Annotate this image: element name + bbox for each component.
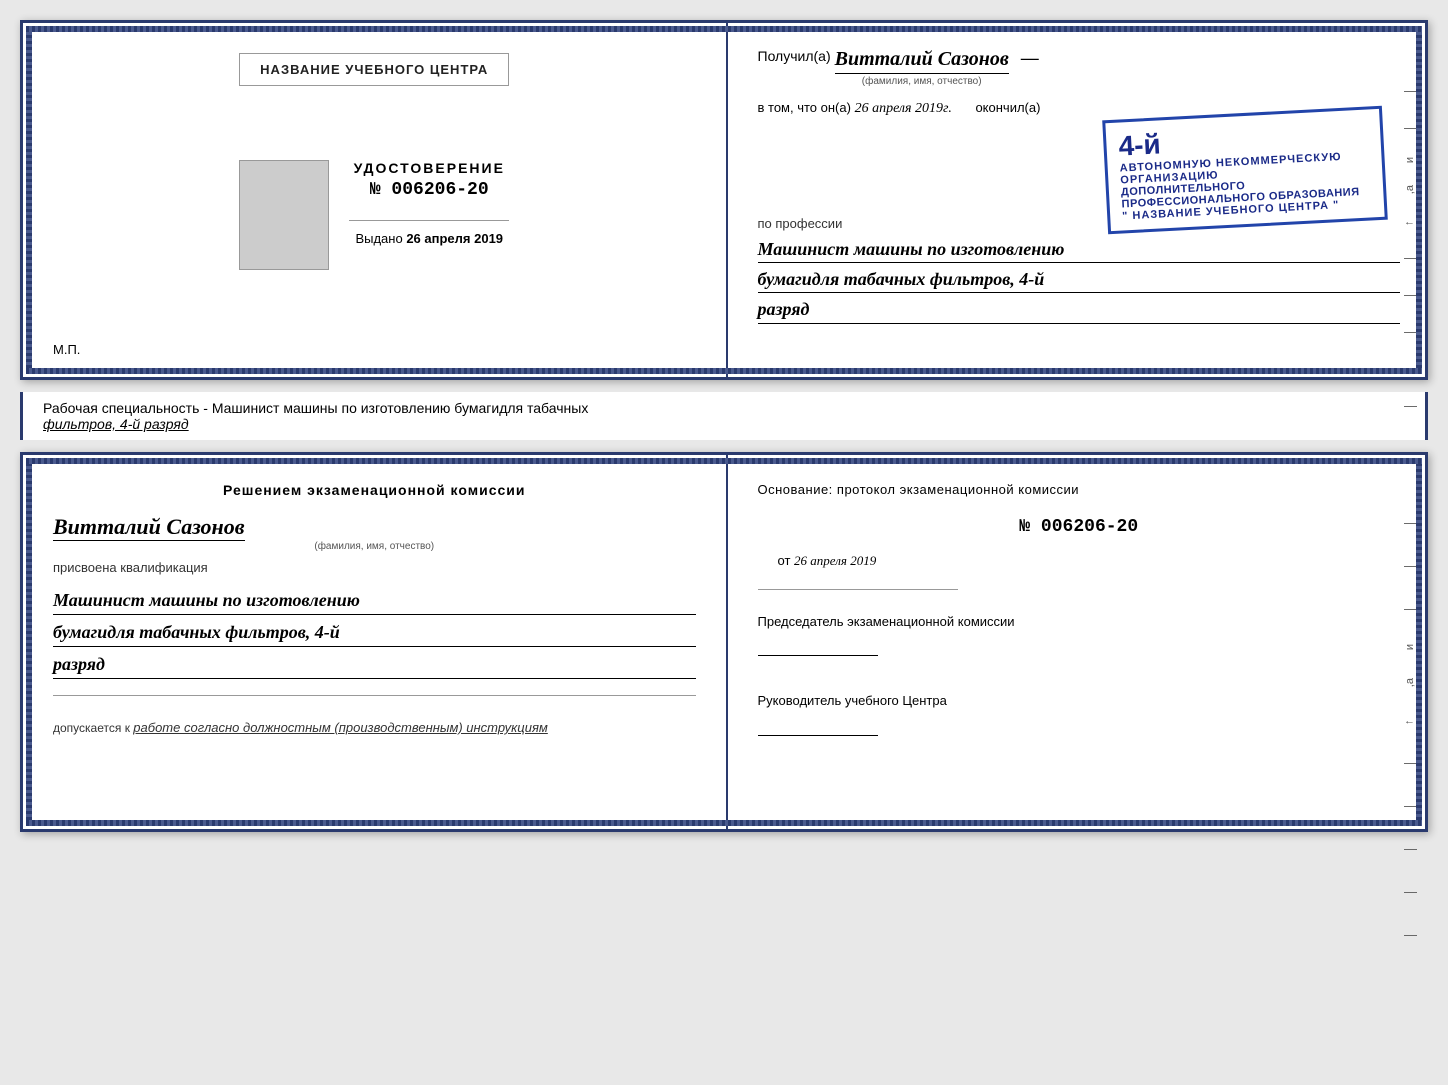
profession-label: по профессии: [758, 216, 843, 231]
bdash3: —: [1404, 601, 1417, 616]
dash7: —: [1404, 287, 1417, 302]
qual-text2: бумагидля табачных фильтров, 4-й: [53, 619, 696, 647]
date-line: в том, что он(а) 26 апреля 2019г. окончи…: [758, 100, 1401, 117]
date-value: 26 апреля 2019г.: [855, 101, 952, 116]
right-dashes-bottom: — — — и ,а ← — — — — —: [1404, 515, 1417, 942]
recipient-line: Получил(а) Витталий Сазонов (фамилия, им…: [758, 48, 1401, 87]
date-prefix: в том, что он(а): [758, 100, 851, 115]
middle-text2: фильтров, 4-й разряд: [43, 416, 189, 432]
stamp-line3: " НАЗВАНИЕ УЧЕБНОГО ЦЕНТРА ": [1122, 197, 1372, 222]
profession-section: по профессии Машинист машины по изготовл…: [758, 215, 1401, 324]
profession-text2: бумагидля табачных фильтров, 4-й: [758, 267, 1401, 293]
dash9: —: [1404, 361, 1417, 376]
issued-date: 26 апреля 2019: [406, 231, 503, 246]
mp-label: М.П.: [53, 342, 80, 357]
stamp-line1: АВТОНОМНУЮ НЕКОММЕРЧЕСКУЮ ОРГАНИЗАЦИЮ: [1119, 149, 1370, 186]
bottom-left: Решением экзаменационной комиссии Виттал…: [23, 455, 728, 829]
bdash5: ,а: [1404, 678, 1417, 687]
cert-title-label: НАЗВАНИЕ УЧЕБНОГО ЦЕНТРА: [260, 62, 488, 77]
dash8: —: [1404, 324, 1417, 339]
left-page: НАЗВАНИЕ УЧЕБНОГО ЦЕНТРА УДОСТОВЕРЕНИЕ №…: [23, 23, 728, 377]
dash10: —: [1404, 398, 1417, 413]
chairman-section: Председатель экзаменационной комиссии: [758, 612, 1401, 662]
qual-text3: разряд: [53, 651, 696, 679]
bdash7: —: [1404, 755, 1417, 770]
dash4: ,а: [1404, 185, 1417, 194]
recipient-caption: (фамилия, имя, отчество): [835, 76, 1009, 87]
dash6: —: [1404, 250, 1417, 265]
commission-heading: Решением экзаменационной комиссии: [53, 480, 696, 501]
middle-text1: Рабочая специальность - Машинист машины …: [43, 400, 588, 416]
bottom-person-section: Витталий Сазонов (фамилия, имя, отчество…: [53, 509, 696, 552]
director-section: Руководитель учебного Центра: [758, 691, 1401, 741]
middle-strip: Рабочая специальность - Машинист машины …: [20, 392, 1428, 440]
director-label: Руководитель учебного Центра: [758, 691, 1401, 711]
cert-doc-info: УДОСТОВЕРЕНИЕ № 006206-20 Выдано 26 апре…: [349, 160, 509, 246]
bottom-person-name: Витталий Сазонов: [53, 514, 245, 541]
cert-title-box: НАЗВАНИЕ УЧЕБНОГО ЦЕНТРА: [239, 53, 509, 86]
doc-number: № 006206-20: [349, 180, 509, 200]
issued-label: Выдано: [355, 231, 402, 246]
profession-text1: Машинист машины по изготовлению: [758, 237, 1401, 263]
recipient-name: Витталий Сазонов: [835, 48, 1009, 74]
stamp-line2: ДОПОЛНИТЕЛЬНОГО ПРОФЕССИОНАЛЬНОГО ОБРАЗО…: [1121, 173, 1372, 210]
dash2: —: [1404, 120, 1417, 135]
chairman-label: Председатель экзаменационной комиссии: [758, 612, 1401, 632]
right-page: Получил(а) Витталий Сазонов (фамилия, им…: [728, 23, 1426, 377]
admission-text: допускается к работе согласно должностны…: [53, 718, 696, 738]
stamp-box: 4-й АВТОНОМНУЮ НЕКОММЕРЧЕСКУЮ ОРГАНИЗАЦИ…: [1102, 106, 1388, 234]
finished-label: окончил(а): [975, 100, 1040, 115]
recipient-prefix: Получил(а): [758, 48, 831, 64]
bdash11: —: [1404, 927, 1417, 942]
bdash8: —: [1404, 798, 1417, 813]
dash5: ←: [1404, 216, 1417, 228]
bdash9: —: [1404, 841, 1417, 856]
qualification-section: Машинист машины по изготовлению бумагидл…: [53, 583, 696, 679]
bdash6: ←: [1404, 715, 1417, 727]
top-booklet: НАЗВАНИЕ УЧЕБНОГО ЦЕНТРА УДОСТОВЕРЕНИЕ №…: [20, 20, 1428, 380]
mp-line: М.П.: [53, 342, 80, 357]
from-date-line: от 26 апреля 2019: [778, 553, 1401, 569]
doc-label: УДОСТОВЕРЕНИЕ: [349, 160, 509, 176]
left-middle: УДОСТОВЕРЕНИЕ № 006206-20 Выдано 26 апре…: [239, 96, 509, 334]
qualification-label: присвоена квалификация: [53, 560, 696, 575]
basis-label: Основание: протокол экзаменационной коми…: [758, 482, 1080, 497]
right-dashes: — — и ,а ← — — — — —: [1404, 83, 1417, 413]
from-date-value: 26 апреля 2019: [794, 553, 876, 568]
basis-section: Основание: протокол экзаменационной коми…: [758, 480, 1401, 501]
bdash1: —: [1404, 515, 1417, 530]
bottom-right: Основание: протокол экзаменационной коми…: [728, 455, 1426, 829]
director-signature-line: [758, 716, 878, 736]
qual-text1: Машинист машины по изготовлению: [53, 587, 696, 615]
bottom-person-caption: (фамилия, имя, отчество): [53, 541, 696, 552]
bottom-booklet: Решением экзаменационной комиссии Виттал…: [20, 452, 1428, 832]
admission-detail: работе согласно должностным (производств…: [133, 720, 548, 735]
profession-text3: разряд: [758, 297, 1401, 323]
bdash4: и: [1404, 644, 1417, 650]
bdash2: —: [1404, 558, 1417, 573]
stamp-highlight: 4-й: [1118, 118, 1369, 163]
photo-placeholder: [239, 160, 329, 270]
chairman-signature-line: [758, 636, 878, 656]
from-label: от: [778, 553, 791, 568]
dash1: —: [1404, 83, 1417, 98]
dash3: и: [1404, 157, 1417, 163]
bdash10: —: [1404, 884, 1417, 899]
admission-prefix: допускается к: [53, 721, 130, 735]
issued-line: Выдано 26 апреля 2019: [349, 231, 509, 246]
protocol-number: № 006206-20: [758, 517, 1401, 537]
